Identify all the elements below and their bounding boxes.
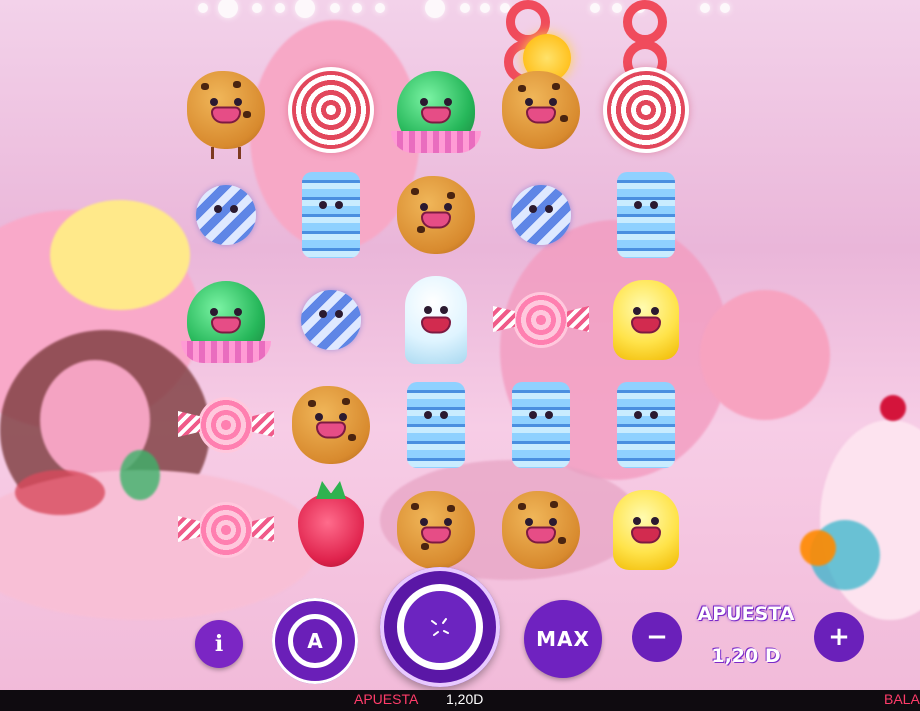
status-bet-label: APUESTA <box>354 691 419 707</box>
reel-symbol-blue-spring <box>281 165 381 265</box>
reel-symbol-blue-ball <box>491 165 591 265</box>
reel-symbol-blue-spring <box>386 375 486 475</box>
bet-value: 1,20 D <box>711 645 781 667</box>
reel-symbol-swirl <box>596 60 696 160</box>
minus-icon: − <box>646 622 668 652</box>
max-bet-button[interactable]: MAX <box>524 600 602 678</box>
reel-symbol-green-drop <box>176 270 276 370</box>
reel-symbol-blue-spring <box>491 375 591 475</box>
decrease-bet-button[interactable]: − <box>632 612 682 662</box>
reel-symbol-green-drop <box>386 60 486 160</box>
reel-symbol-cookie <box>491 60 591 160</box>
reel-symbol-yellow-gumdrop <box>596 480 696 580</box>
reel-symbol-wrapped-candy <box>176 480 276 580</box>
reel-symbol-cookie <box>281 375 381 475</box>
reel-symbol-cookie <box>386 480 486 580</box>
reel-symbol-blue-spring <box>596 165 696 265</box>
status-bar: APUESTA 1,20D BALA <box>0 690 920 711</box>
autoplay-icon: A <box>288 614 342 668</box>
reel-symbol-blue-ball <box>281 270 381 370</box>
reel-symbol-yellow-gumdrop <box>596 270 696 370</box>
reel-symbol-wrapped-candy <box>176 375 276 475</box>
reel-symbol-raspberry <box>281 480 381 580</box>
reel-symbol-cookie <box>386 165 486 265</box>
reel-symbol-blue-ball <box>176 165 276 265</box>
info-icon: i <box>214 631 224 657</box>
plus-icon: + <box>828 622 850 652</box>
reel-symbol-wrapped-candy <box>491 270 591 370</box>
spin-icon <box>397 584 483 670</box>
reel-symbol-marshmallow <box>386 270 486 370</box>
bet-title: APUESTA <box>697 603 795 625</box>
max-bet-label: MAX <box>536 627 590 651</box>
reel-symbol-blue-spring <box>596 375 696 475</box>
spin-sparkle-icon <box>431 618 449 636</box>
reel-symbol-swirl <box>281 60 381 160</box>
reel-symbol-cookie <box>176 60 276 160</box>
autoplay-button[interactable]: A <box>272 598 358 684</box>
candy-ring-icon <box>623 0 667 44</box>
reel-symbol-cookie <box>491 480 591 580</box>
spin-button[interactable] <box>380 567 500 687</box>
increase-bet-button[interactable]: + <box>814 612 864 662</box>
reel-grid <box>176 0 701 585</box>
status-bet-value: 1,20D <box>446 691 484 707</box>
status-balance-label: BALA <box>884 691 920 707</box>
info-button[interactable]: i <box>195 620 243 668</box>
autoplay-label: A <box>307 629 323 653</box>
